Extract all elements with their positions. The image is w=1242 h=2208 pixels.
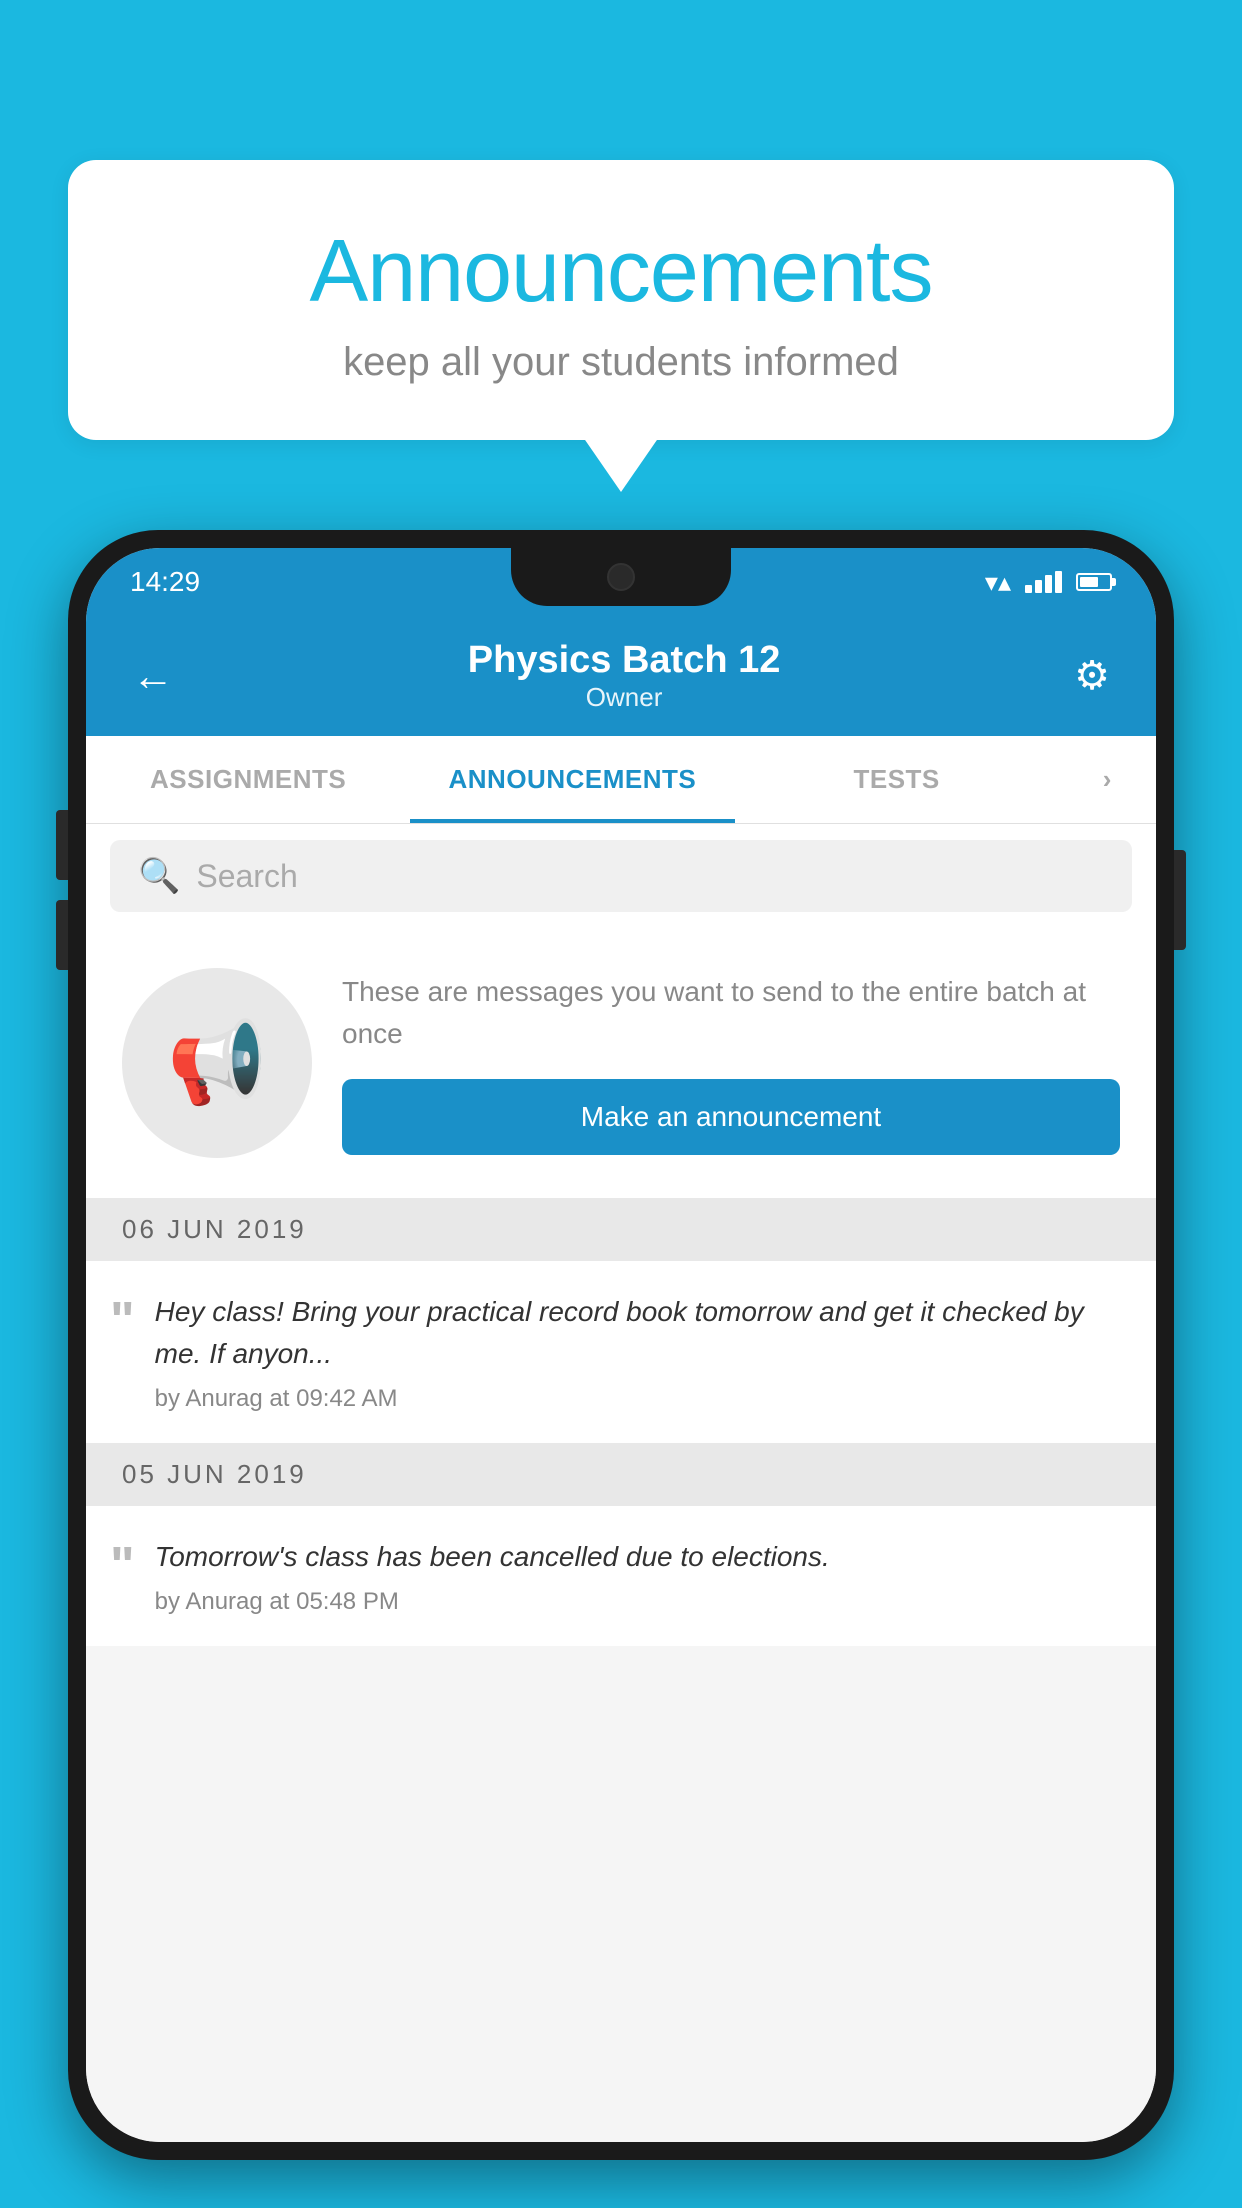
status-time: 14:29	[130, 566, 200, 598]
announcement-item-2[interactable]: " Tomorrow's class has been cancelled du…	[86, 1506, 1156, 1646]
promo-description: These are messages you want to send to t…	[342, 971, 1120, 1055]
quote-icon-1: "	[110, 1291, 135, 1347]
speech-bubble-subtitle: keep all your students informed	[108, 340, 1134, 385]
search-bar[interactable]: 🔍 Search	[110, 840, 1132, 912]
date-divider-1: 06 JUN 2019	[86, 1198, 1156, 1261]
app-bar-title-section: Physics Batch 12 Owner	[184, 639, 1064, 713]
wifi-icon: ▾▴	[985, 567, 1011, 598]
speech-bubble-section: Announcements keep all your students inf…	[68, 160, 1174, 440]
app-bar-title: Physics Batch 12	[184, 639, 1064, 682]
date-label-1: 06 JUN 2019	[122, 1214, 307, 1245]
back-button[interactable]: ←	[122, 642, 184, 710]
search-bar-wrapper: 🔍 Search	[86, 824, 1156, 928]
battery-fill	[1080, 577, 1098, 587]
app-bar: ← Physics Batch 12 Owner ⚙	[86, 616, 1156, 736]
announcement-author-1: by Anurag at 09:42 AM	[155, 1385, 1126, 1413]
app-bar-subtitle: Owner	[184, 682, 1064, 713]
announcement-content-1: Hey class! Bring your practical record b…	[155, 1291, 1126, 1413]
megaphone-circle: 📢	[122, 968, 312, 1158]
power-button	[1174, 850, 1186, 950]
megaphone-icon: 📢	[167, 1016, 267, 1110]
front-camera	[607, 563, 635, 591]
phone-frame: 14:29 ▾▴ ← Phy	[68, 530, 1174, 2160]
volume-up-button	[56, 810, 68, 880]
make-announcement-button[interactable]: Make an announcement	[342, 1079, 1120, 1155]
speech-bubble-title: Announcements	[108, 220, 1134, 322]
screen-content: 🔍 Search 📢 These are messages you want t…	[86, 824, 1156, 2142]
search-input[interactable]: Search	[196, 858, 297, 895]
phone-container: 14:29 ▾▴ ← Phy	[68, 530, 1174, 2208]
status-icons: ▾▴	[985, 567, 1112, 598]
announcement-item-1[interactable]: " Hey class! Bring your practical record…	[86, 1261, 1156, 1443]
promo-content: These are messages you want to send to t…	[342, 971, 1120, 1155]
announcement-text-1: Hey class! Bring your practical record b…	[155, 1291, 1126, 1375]
volume-down-button	[56, 900, 68, 970]
settings-button[interactable]: ⚙	[1064, 643, 1120, 709]
tab-assignments[interactable]: ASSIGNMENTS	[86, 736, 410, 823]
battery-icon	[1076, 573, 1112, 591]
date-divider-2: 05 JUN 2019	[86, 1443, 1156, 1506]
announcement-text-2: Tomorrow's class has been cancelled due …	[155, 1536, 1126, 1578]
date-label-2: 05 JUN 2019	[122, 1459, 307, 1490]
tab-announcements[interactable]: ANNOUNCEMENTS	[410, 736, 734, 823]
search-icon: 🔍	[138, 856, 180, 896]
speech-bubble: Announcements keep all your students inf…	[68, 160, 1174, 440]
announcement-author-2: by Anurag at 05:48 PM	[155, 1588, 1126, 1616]
phone-screen: 14:29 ▾▴ ← Phy	[86, 548, 1156, 2142]
quote-icon-2: "	[110, 1536, 135, 1592]
tabs-bar: ASSIGNMENTS ANNOUNCEMENTS TESTS ›	[86, 736, 1156, 824]
announcement-content-2: Tomorrow's class has been cancelled due …	[155, 1536, 1126, 1616]
tab-tests[interactable]: TESTS	[735, 736, 1059, 823]
signal-icon	[1025, 571, 1062, 593]
promo-card: 📢 These are messages you want to send to…	[86, 928, 1156, 1198]
phone-notch	[511, 548, 731, 606]
tab-more[interactable]: ›	[1059, 736, 1156, 823]
